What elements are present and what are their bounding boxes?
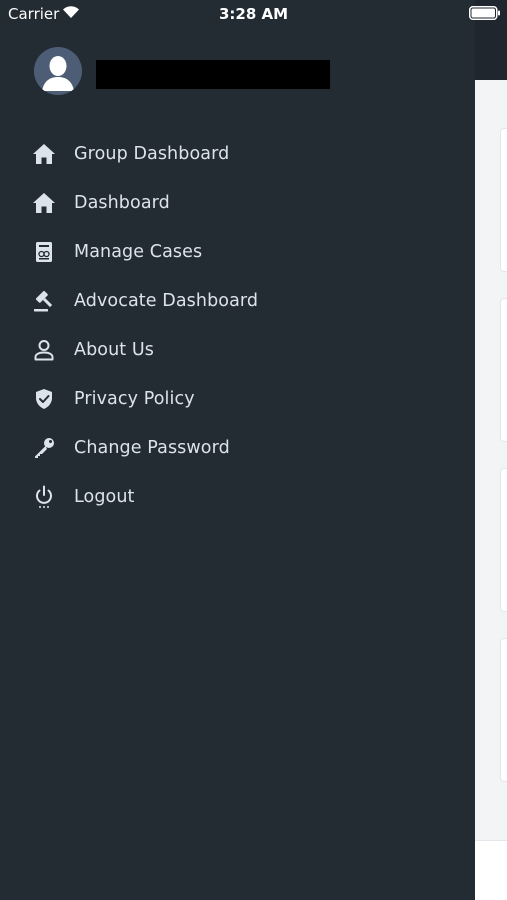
menu-label: Group Dashboard <box>74 144 230 164</box>
status-bar: Carrier 3:28 AM <box>0 0 507 28</box>
menu-item-manage-cases[interactable]: Manage Cases <box>30 232 430 272</box>
shield-check-icon <box>30 385 58 413</box>
background-card <box>500 468 507 612</box>
menu-label: Manage Cases <box>74 242 203 262</box>
profile-name-redacted <box>96 60 330 89</box>
power-icon <box>30 483 58 511</box>
background-card <box>500 128 507 272</box>
home-icon <box>30 140 58 168</box>
background-footer <box>475 840 507 900</box>
user-avatar-icon[interactable] <box>34 47 82 95</box>
background-card <box>500 298 507 442</box>
menu-item-group-dashboard[interactable]: Group Dashboard <box>30 134 430 174</box>
menu-label: About Us <box>74 340 155 360</box>
person-icon <box>30 336 58 364</box>
status-time: 3:28 AM <box>218 5 289 23</box>
menu-label: Privacy Policy <box>74 389 195 409</box>
menu-label: Advocate Dashboard <box>74 291 259 311</box>
home-icon <box>30 189 58 217</box>
app-screen: Group Dashboard Dashboard Manage Cases A… <box>0 0 507 900</box>
background-app-content[interactable] <box>475 0 507 900</box>
background-card <box>500 638 507 782</box>
menu-item-logout[interactable]: Logout <box>30 477 430 517</box>
menu-item-privacy-policy[interactable]: Privacy Policy <box>30 379 430 419</box>
menu-item-dashboard[interactable]: Dashboard <box>30 183 430 223</box>
menu-item-change-password[interactable]: Change Password <box>30 428 430 468</box>
menu-label: Logout <box>74 487 135 507</box>
menu-label: Dashboard <box>74 193 170 213</box>
navigation-drawer: Group Dashboard Dashboard Manage Cases A… <box>0 0 475 900</box>
menu-label: Change Password <box>74 438 230 458</box>
case-document-icon <box>30 238 58 266</box>
menu-item-advocate-dashboard[interactable]: Advocate Dashboard <box>30 281 430 321</box>
gavel-icon <box>30 287 58 315</box>
key-icon <box>30 434 58 462</box>
menu-item-about-us[interactable]: About Us <box>30 330 430 370</box>
battery-icon <box>469 6 501 20</box>
